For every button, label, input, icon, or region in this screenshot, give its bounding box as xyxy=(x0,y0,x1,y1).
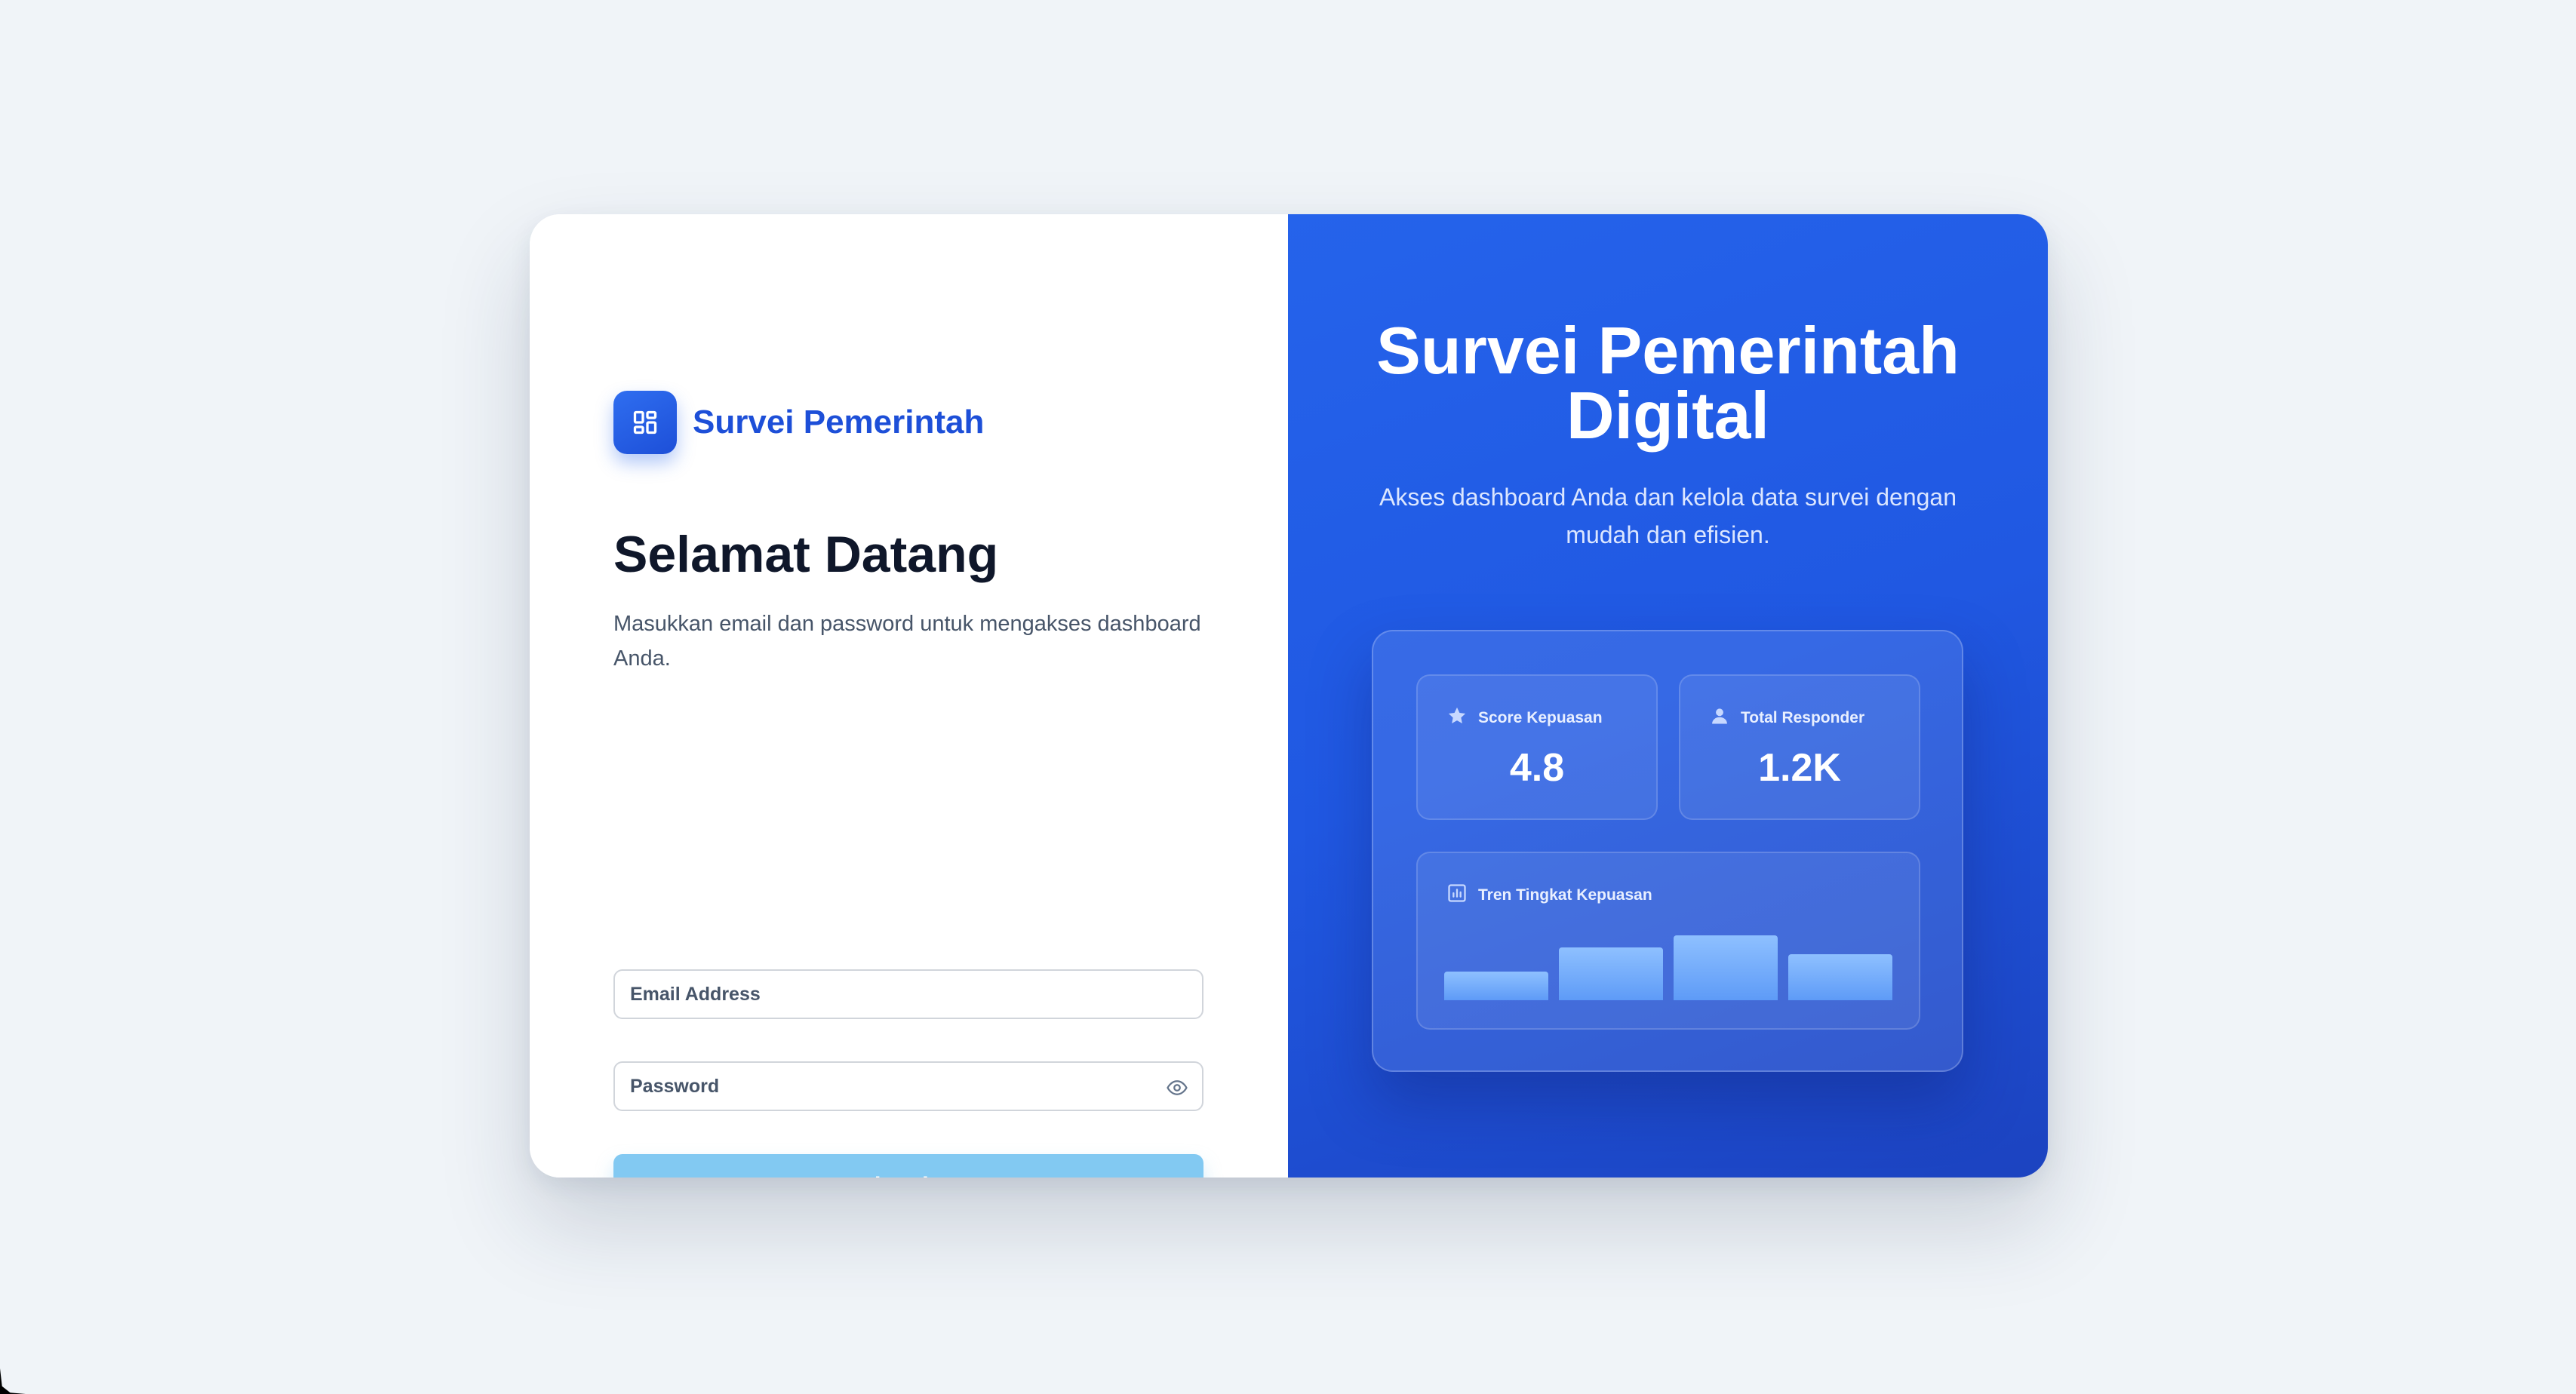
login-subtitle: Masukkan email dan password untuk mengak… xyxy=(613,612,1201,671)
email-field[interactable] xyxy=(613,969,1203,1019)
stat-card-score: Score Kepuasan 4.8 xyxy=(1416,674,1658,820)
trend-bar xyxy=(1444,972,1548,1000)
login-card: Survei Pemerintah Selamat Datang Masukka… xyxy=(530,214,2048,1178)
brand-name: Survei Pemerintah xyxy=(693,404,985,441)
stat-card-responders: Total Responder 1.2K xyxy=(1679,674,1920,820)
hero-panel: Survei Pemerintah Digital Akses dashboar… xyxy=(1288,214,2048,1178)
trend-card: Tren Tingkat Kepuasan xyxy=(1416,852,1920,1030)
trend-header: Tren Tingkat Kepuasan xyxy=(1446,883,1652,907)
page-title: Selamat Datang xyxy=(613,526,999,583)
stat-label: Score Kepuasan xyxy=(1478,708,1603,726)
trend-bar xyxy=(1674,935,1778,1000)
stat-value: 4.8 xyxy=(1509,746,1565,790)
user-icon xyxy=(1709,705,1730,730)
screen-corner xyxy=(0,1368,26,1394)
password-input[interactable] xyxy=(615,1063,1202,1110)
stat-header: Score Kepuasan xyxy=(1446,705,1603,730)
trend-bars xyxy=(1444,932,1892,1000)
brand: Survei Pemerintah xyxy=(613,391,984,454)
star-icon xyxy=(1446,705,1468,730)
dashboard-grid-icon xyxy=(613,391,677,454)
eye-icon[interactable] xyxy=(1164,1075,1190,1101)
hero-title: Survei Pemerintah Digital xyxy=(1376,313,1960,453)
stat-value: 1.2K xyxy=(1758,746,1841,790)
stat-label: Total Responder xyxy=(1741,708,1865,726)
email-input[interactable] xyxy=(615,971,1202,1018)
stat-header: Total Responder xyxy=(1709,705,1864,730)
trend-label: Tren Tingkat Kepuasan xyxy=(1478,886,1652,904)
password-field[interactable] xyxy=(613,1061,1203,1111)
bar-chart-icon xyxy=(1446,883,1468,907)
hero-subtitle: Akses dashboard Anda dan kelola data sur… xyxy=(1379,484,1957,548)
dashboard-preview: Score Kepuasan 4.8 Total Responder 1.2K xyxy=(1372,630,1963,1072)
login-panel: Survei Pemerintah Selamat Datang Masukka… xyxy=(530,214,1288,1178)
login-button[interactable]: Log In xyxy=(613,1154,1203,1178)
trend-bar xyxy=(1788,954,1892,1000)
trend-bar xyxy=(1559,947,1663,1000)
